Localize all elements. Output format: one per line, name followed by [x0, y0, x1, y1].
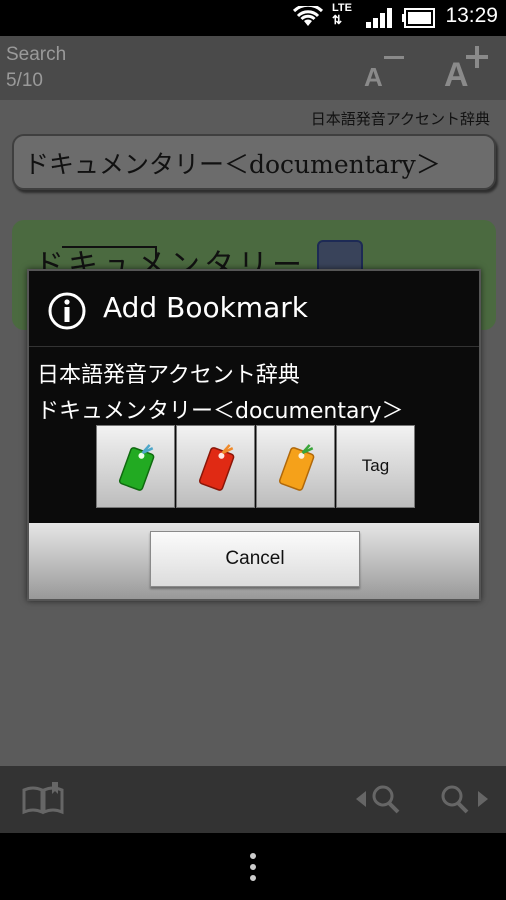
- accent-drop: [155, 246, 157, 260]
- previous-search-icon[interactable]: [356, 782, 406, 816]
- green-bookmark-icon: [118, 444, 155, 491]
- dialog-entry-word: ドキュメンタリー＜documentary＞: [37, 399, 404, 424]
- font-size-decrease-icon[interactable]: A: [360, 42, 416, 94]
- app-header: Search 5/10 A A: [0, 36, 506, 100]
- signal-icon: [366, 8, 392, 28]
- entry-word-box: ドキュメンタリー＜documentary＞: [12, 134, 496, 190]
- app-footer: [0, 766, 506, 833]
- status-bar: LTE ⇅ 13:29: [0, 0, 506, 36]
- cancel-button[interactable]: Cancel: [150, 531, 360, 587]
- next-search-icon[interactable]: [440, 782, 490, 816]
- tag-button[interactable]: Tag: [336, 425, 415, 508]
- orange-bookmark-button[interactable]: [256, 425, 335, 508]
- wifi-icon: [292, 6, 324, 26]
- orange-bookmark-icon: [278, 444, 315, 491]
- dialog-button-bar: Cancel: [29, 523, 479, 599]
- bookmark-book-icon[interactable]: [22, 782, 64, 816]
- result-position: 5/10: [6, 70, 43, 91]
- navigation-bar: [0, 833, 506, 900]
- red-bookmark-icon: [198, 444, 235, 491]
- red-bookmark-button[interactable]: [176, 425, 255, 508]
- info-icon: [48, 292, 86, 330]
- dialog-title: Add Bookmark: [103, 291, 308, 324]
- dialog-title-bar: Add Bookmark: [29, 271, 479, 347]
- dictionary-name: 日本語発音アクセント辞典: [310, 110, 490, 128]
- clock: 13:29: [445, 4, 498, 27]
- accent-line: [62, 246, 157, 248]
- overflow-menu-icon[interactable]: [249, 853, 257, 886]
- green-bookmark-button[interactable]: [96, 425, 175, 508]
- battery-icon: [402, 8, 435, 28]
- lte-icon: LTE ⇅: [332, 2, 352, 27]
- search-label: Search: [6, 44, 67, 65]
- dialog-dictionary-name: 日本語発音アクセント辞典: [37, 363, 300, 388]
- search-status: Search 5/10: [6, 42, 66, 94]
- tag-label: Tag: [361, 456, 390, 475]
- font-size-increase-icon[interactable]: A: [440, 42, 496, 94]
- add-bookmark-dialog: Add Bookmark 日本語発音アクセント辞典 ドキュメンタリー＜docum…: [27, 269, 481, 601]
